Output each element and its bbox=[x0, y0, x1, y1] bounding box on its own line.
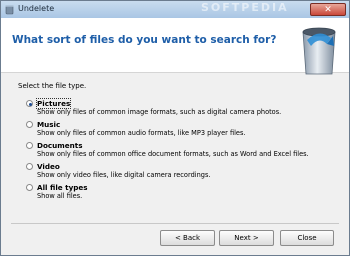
title-bar[interactable]: Undelete SOFTPEDIA ✕ bbox=[1, 1, 349, 19]
watermark: SOFTPEDIA bbox=[201, 1, 289, 14]
option-label: Music bbox=[37, 120, 61, 129]
page-title: What sort of files do you want to search… bbox=[12, 34, 277, 46]
option-music[interactable]: Music Show only files of common audio fo… bbox=[26, 119, 326, 140]
option-documents[interactable]: Documents Show only files of common offi… bbox=[26, 140, 326, 161]
wizard-header: What sort of files do you want to search… bbox=[1, 18, 349, 75]
radio-documents[interactable] bbox=[26, 142, 33, 149]
option-label: Video bbox=[37, 162, 60, 171]
close-icon: ✕ bbox=[324, 5, 332, 15]
option-label: Pictures bbox=[35, 98, 72, 109]
option-pictures[interactable]: Pictures Show only files of common image… bbox=[26, 98, 326, 119]
recycle-bin-icon bbox=[5, 5, 14, 15]
close-window-button[interactable]: ✕ bbox=[310, 3, 346, 16]
recycle-bin-icon bbox=[302, 27, 336, 75]
undelete-window: Undelete SOFTPEDIA ✕ What sort of files … bbox=[0, 0, 350, 256]
close-button[interactable]: Close bbox=[280, 230, 334, 246]
window-title: Undelete bbox=[18, 4, 55, 13]
option-label: Documents bbox=[37, 141, 83, 150]
option-description: Show only files of common image formats,… bbox=[37, 108, 282, 116]
option-description: Show only files of common office documen… bbox=[37, 150, 309, 158]
radio-music[interactable] bbox=[26, 121, 33, 128]
button-separator bbox=[11, 223, 339, 224]
file-type-options: Pictures Show only files of common image… bbox=[26, 98, 326, 203]
option-label: All file types bbox=[37, 183, 88, 192]
option-video[interactable]: Video Show only video files, like digita… bbox=[26, 161, 326, 182]
instruction-text: Select the file type. bbox=[18, 82, 87, 90]
back-button[interactable]: < Back bbox=[160, 230, 215, 246]
radio-video[interactable] bbox=[26, 163, 33, 170]
radio-pictures[interactable] bbox=[26, 100, 33, 107]
next-button[interactable]: Next > bbox=[219, 230, 274, 246]
option-description: Show all files. bbox=[37, 192, 83, 200]
option-all-file-types[interactable]: All file types Show all files. bbox=[26, 182, 326, 203]
option-description: Show only files of common audio formats,… bbox=[37, 129, 246, 137]
option-description: Show only video files, like digital came… bbox=[37, 171, 211, 179]
radio-all-file-types[interactable] bbox=[26, 184, 33, 191]
